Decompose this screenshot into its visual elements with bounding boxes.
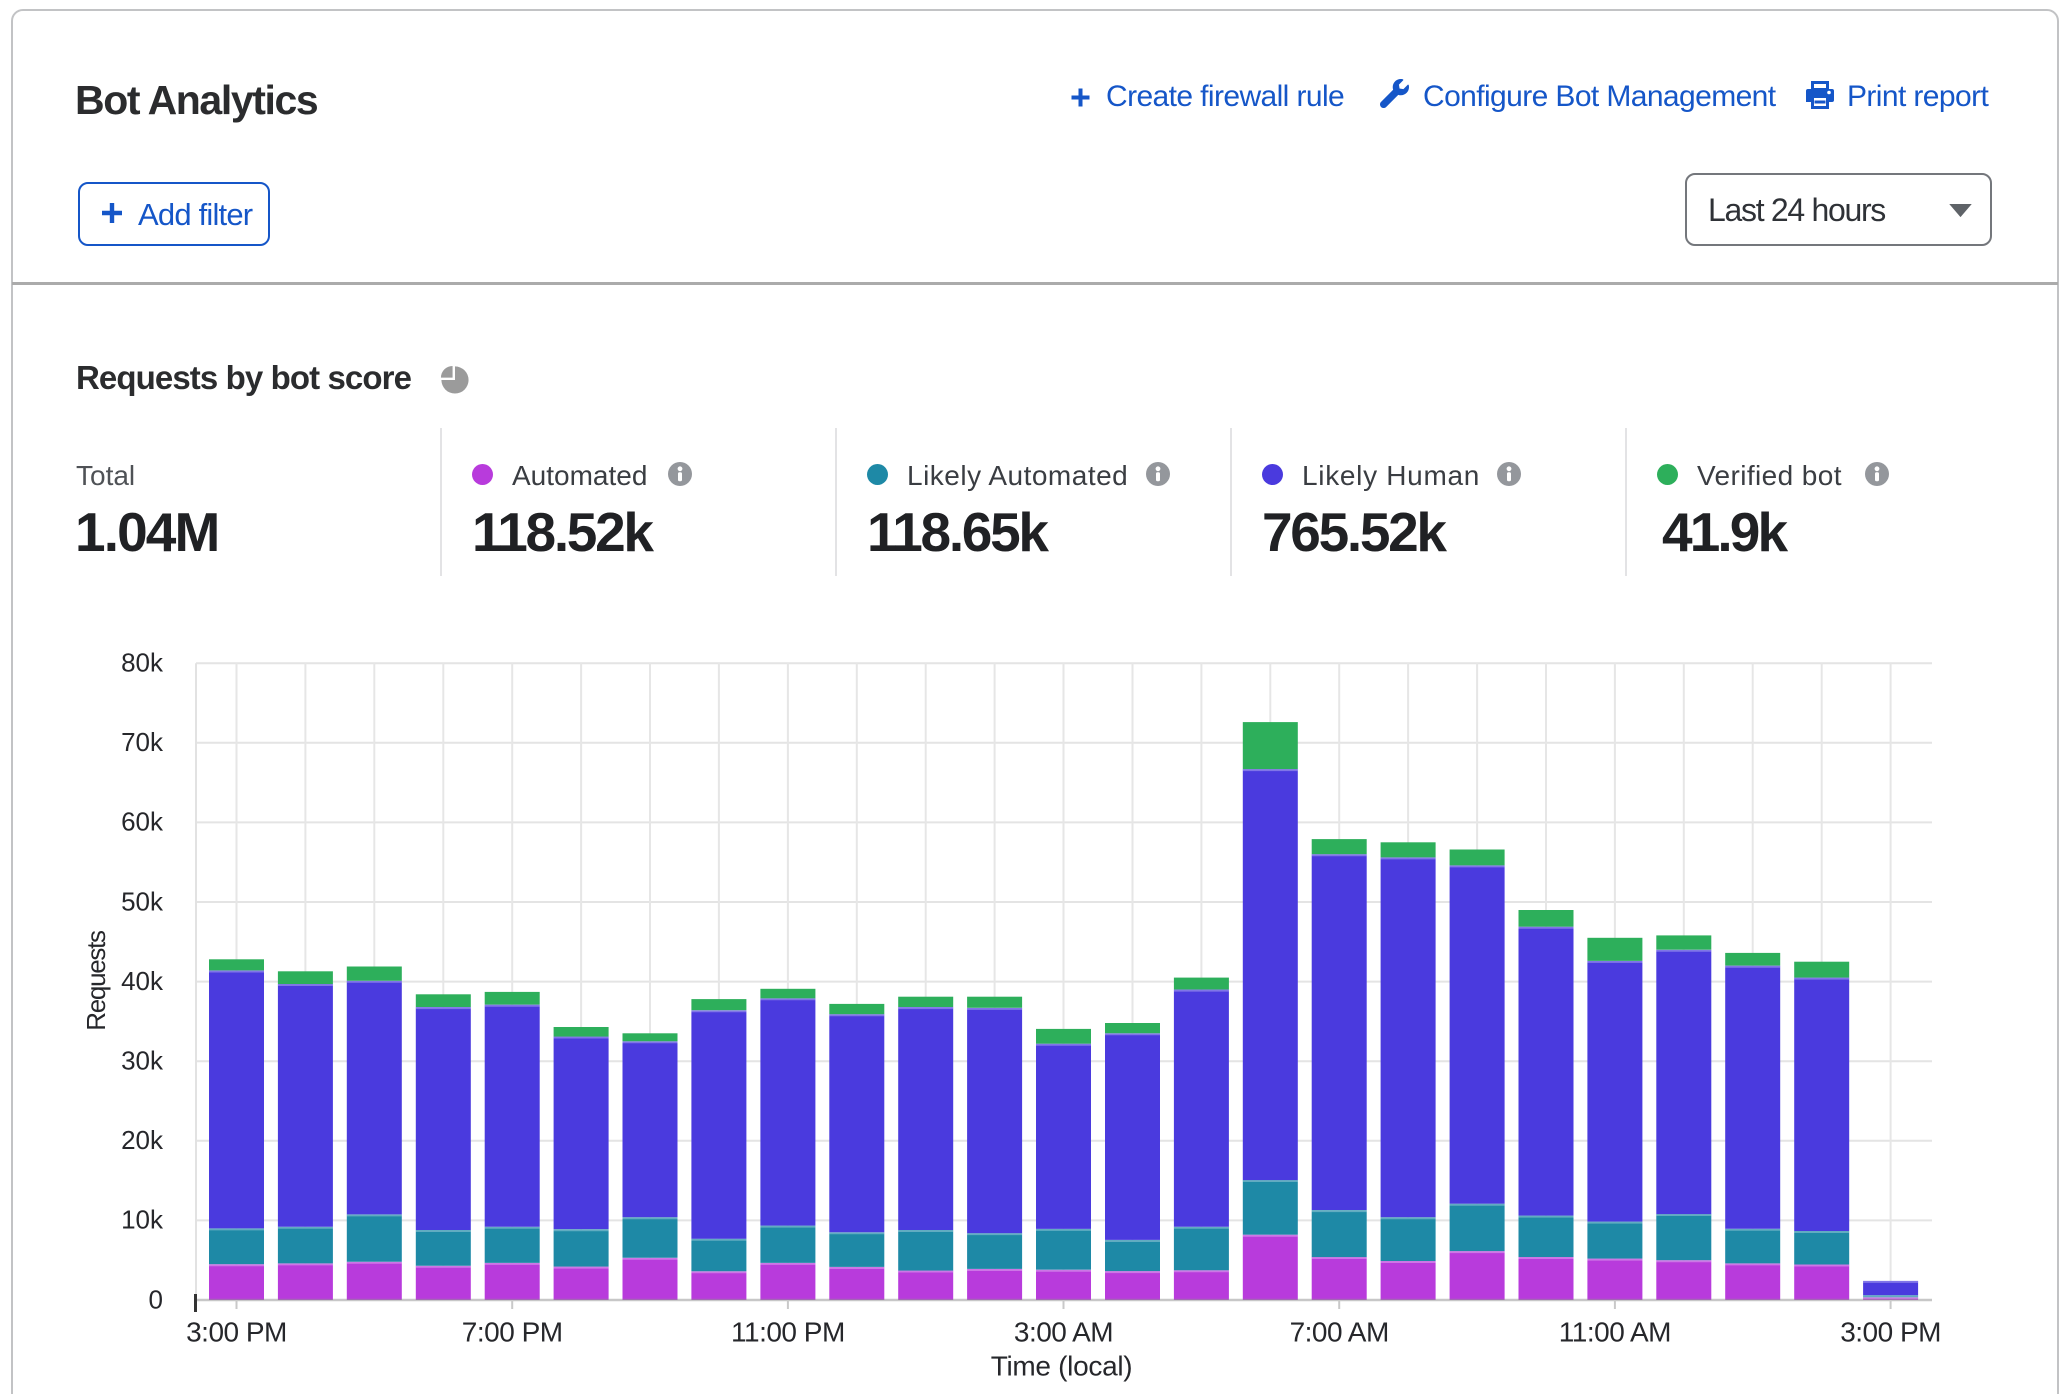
svg-text:20k: 20k (121, 1125, 164, 1155)
svg-text:11:00 PM: 11:00 PM (731, 1317, 845, 1348)
svg-text:7:00 AM: 7:00 AM (1290, 1317, 1389, 1348)
svg-text:Time (local): Time (local) (991, 1351, 1133, 1382)
svg-text:7:00 PM: 7:00 PM (462, 1317, 563, 1348)
svg-text:70k: 70k (121, 727, 164, 757)
svg-text:60k: 60k (121, 807, 164, 837)
svg-text:3:00 PM: 3:00 PM (186, 1317, 287, 1348)
svg-text:10k: 10k (121, 1205, 164, 1235)
svg-text:3:00 PM: 3:00 PM (1840, 1317, 1941, 1348)
svg-text:50k: 50k (121, 886, 164, 916)
svg-text:30k: 30k (121, 1046, 164, 1076)
svg-text:80k: 80k (121, 648, 164, 678)
svg-text:Requests: Requests (81, 930, 111, 1031)
svg-text:3:00 AM: 3:00 AM (1014, 1317, 1113, 1348)
svg-text:0: 0 (149, 1284, 163, 1314)
svg-text:11:00 AM: 11:00 AM (1559, 1317, 1671, 1348)
svg-text:40k: 40k (121, 966, 164, 996)
